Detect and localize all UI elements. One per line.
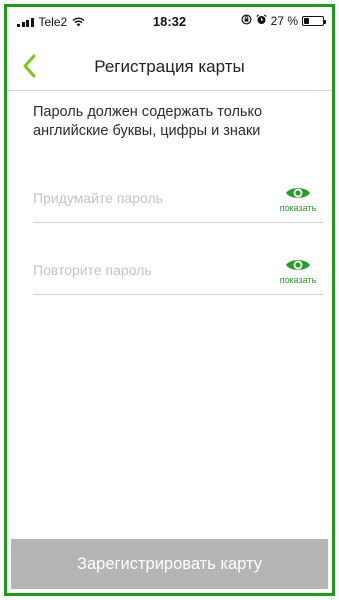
eye-icon xyxy=(286,188,310,198)
show-repeat-password-label: показать xyxy=(279,275,317,285)
nav-bar: Регистрация карты xyxy=(7,43,332,91)
eye-icon xyxy=(286,260,310,270)
battery-percent: 27 % xyxy=(270,14,298,28)
battery-tip xyxy=(324,20,326,24)
battery-level xyxy=(304,18,309,24)
repeat-password-field: показать xyxy=(33,255,323,295)
password-field: показать xyxy=(33,183,323,223)
page-title: Регистрация карты xyxy=(94,57,245,76)
register-card-button[interactable]: Зарегистрировать карту xyxy=(11,539,328,589)
rotation-lock-icon xyxy=(241,14,252,28)
repeat-password-input[interactable] xyxy=(33,259,253,281)
app-frame: Tele2 18:32 27 % Регистрация карты Парол… xyxy=(4,4,335,596)
show-password-toggle[interactable]: показать xyxy=(275,185,321,213)
status-bar: Tele2 18:32 27 % xyxy=(7,7,332,35)
show-password-label: показать xyxy=(279,203,317,213)
show-repeat-password-toggle[interactable]: показать xyxy=(275,257,321,285)
alarm-icon xyxy=(256,14,267,28)
battery-icon xyxy=(302,16,326,26)
password-requirements-text: Пароль должен содержать только английски… xyxy=(33,104,263,139)
password-input[interactable] xyxy=(33,187,253,209)
status-right: 27 % xyxy=(241,14,326,28)
